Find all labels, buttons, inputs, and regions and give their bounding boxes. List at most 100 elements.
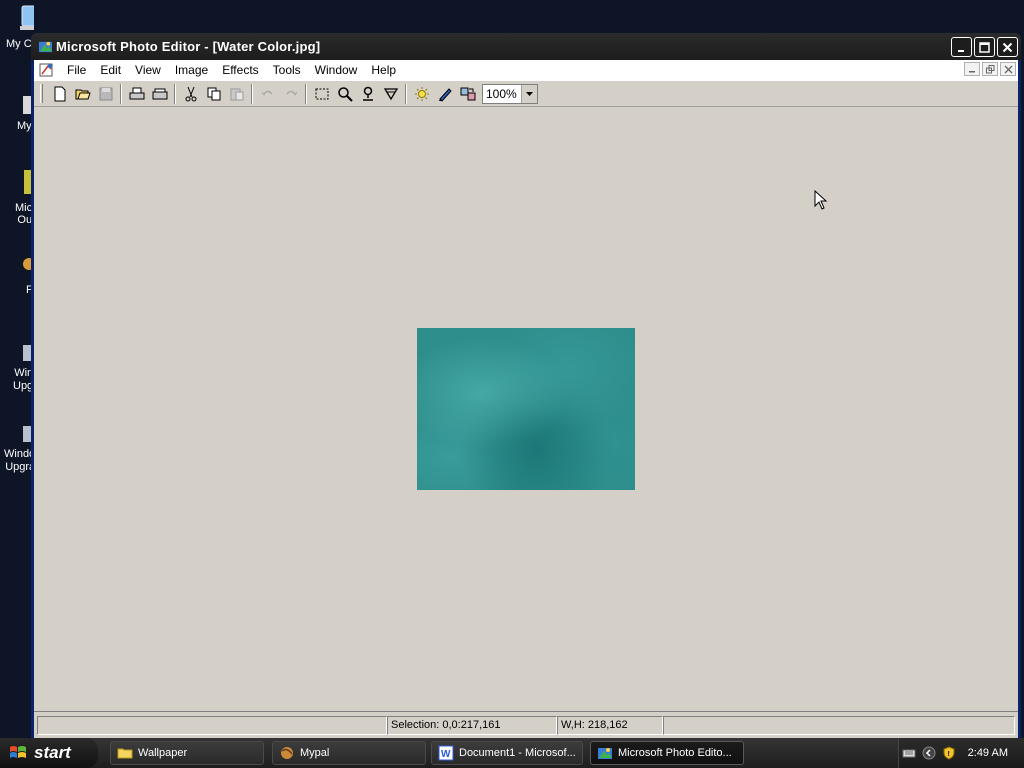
effects-button[interactable]	[456, 83, 479, 105]
desktop-icon-my-computer[interactable]: My C	[0, 4, 48, 50]
minimize-icon	[968, 70, 975, 72]
clock: 2:49 AM	[967, 747, 1008, 759]
taskbar-item-wallpaper[interactable]: Wallpaper	[110, 741, 264, 765]
taskbar-item-label: Document1 - Microsof...	[459, 747, 576, 759]
window-client: File Edit View Image Effects Tools Windo…	[34, 60, 1018, 738]
desktop-icon-windows-upgrade-1[interactable]: Win Upg	[0, 343, 34, 392]
window-title: Microsoft Photo Editor - [Water Color.jp…	[56, 39, 321, 54]
print-button[interactable]	[125, 83, 148, 105]
desktop-icon-windows-upgrade-2[interactable]: Windo Upgra	[0, 424, 35, 473]
menu-window[interactable]: Window	[308, 60, 365, 80]
taskbar-item-label: Mypal	[300, 747, 330, 759]
open-icon	[75, 89, 91, 99]
title-bar[interactable]: Microsoft Photo Editor - [Water Color.jp…	[31, 33, 1021, 60]
status-pane-empty	[37, 715, 387, 735]
toolbar-separator	[120, 83, 122, 104]
photo-editor-icon	[38, 41, 53, 53]
start-label: start	[34, 743, 71, 762]
toolbar-separator	[174, 83, 176, 104]
redo-button[interactable]	[279, 83, 302, 105]
copy-button[interactable]	[202, 83, 225, 105]
document-close-button[interactable]	[1000, 62, 1016, 76]
pen-button[interactable]	[433, 83, 456, 105]
menu-bar: File Edit View Image Effects Tools Windo…	[34, 60, 1018, 80]
cut-button[interactable]	[179, 83, 202, 105]
menu-effects[interactable]: Effects	[215, 60, 265, 80]
balance-button[interactable]	[410, 83, 433, 105]
copy-icon	[207, 87, 220, 100]
status-pane-empty	[663, 715, 1015, 735]
zoom-value: 100%	[486, 86, 517, 101]
new-button[interactable]	[48, 83, 71, 105]
desktop-icon-f[interactable]: F	[0, 254, 35, 296]
zoom-button[interactable]	[333, 83, 356, 105]
close-icon	[1004, 65, 1012, 73]
menu-view[interactable]: View	[128, 60, 168, 80]
start-button[interactable]: start	[0, 738, 98, 768]
status-selection: Selection: 0,0:217,161	[387, 715, 557, 735]
photo-editor-window: Microsoft Photo Editor - [Water Color.jp…	[31, 33, 1021, 738]
document-restore-button[interactable]	[982, 62, 998, 76]
zoom-icon	[337, 86, 353, 102]
zoom-dropdown-button[interactable]	[521, 84, 537, 103]
taskbar-item-document1[interactable]: W Document1 - Microsof...	[431, 741, 583, 765]
browser-icon	[281, 747, 293, 759]
windows-logo-icon	[10, 746, 26, 758]
menu-tools[interactable]: Tools	[266, 60, 308, 80]
taskbar-item-mypal[interactable]: Mypal	[272, 741, 426, 765]
chevron-left-icon[interactable]	[922, 746, 936, 760]
menu-help[interactable]: Help	[364, 60, 403, 80]
menu-file[interactable]: File	[60, 60, 93, 80]
taskbar: start Wallpaper Mypal W Document1 - Micr…	[0, 738, 1024, 768]
desktop-icon-my[interactable]: My	[0, 94, 34, 132]
menu-image[interactable]: Image	[168, 60, 215, 80]
water-color-image[interactable]	[417, 328, 635, 490]
image-workspace[interactable]	[34, 107, 1018, 711]
paste-icon	[230, 88, 243, 100]
scan-icon	[152, 88, 167, 99]
document-icon	[23, 96, 33, 114]
maximize-button[interactable]	[974, 37, 995, 57]
minimize-button[interactable]	[951, 37, 972, 57]
save-button[interactable]	[94, 83, 117, 105]
undo-icon	[261, 90, 273, 96]
zoom-combobox[interactable]: 100%	[482, 83, 538, 104]
outlook-icon	[24, 170, 34, 194]
redo-icon	[285, 90, 297, 96]
document-window-controls	[964, 62, 1016, 76]
word-icon: W	[438, 745, 454, 761]
document-minimize-button[interactable]	[964, 62, 980, 76]
taskbar-item-label: Microsoft Photo Edito...	[618, 747, 732, 759]
shortcut-icon	[23, 258, 35, 270]
undo-button[interactable]	[256, 83, 279, 105]
taskbar-item-photo-editor[interactable]: Microsoft Photo Edito...	[590, 741, 744, 765]
svg-text:W: W	[441, 749, 451, 760]
toolbar-separator	[251, 83, 253, 104]
desktop-icon-outlook[interactable]: Mic Ou	[0, 168, 34, 226]
scan-button[interactable]	[148, 83, 171, 105]
folder-icon	[117, 748, 133, 759]
keyboard-icon[interactable]	[902, 746, 916, 760]
status-dimensions: W,H: 218,162	[557, 715, 663, 735]
new-icon	[54, 86, 65, 101]
select-icon	[315, 88, 328, 99]
photo-editor-icon	[598, 748, 612, 759]
pen-icon	[438, 87, 452, 102]
toolbar-separator	[405, 83, 407, 104]
balance-icon	[414, 86, 429, 101]
toolbar-grip[interactable]	[40, 84, 43, 103]
paste-button[interactable]	[225, 83, 248, 105]
menu-edit[interactable]: Edit	[93, 60, 128, 80]
status-bar: Selection: 0,0:217,161 W,H: 218,162	[34, 711, 1018, 738]
smudge-button[interactable]	[379, 83, 402, 105]
document-system-menu-icon[interactable]	[39, 62, 55, 78]
open-button[interactable]	[71, 83, 94, 105]
toolbar-separator	[305, 83, 307, 104]
select-button[interactable]	[310, 83, 333, 105]
mouse-cursor-icon	[814, 190, 828, 210]
print-icon	[129, 87, 144, 99]
desktop-icon-label: My C	[6, 38, 32, 50]
stamp-button[interactable]	[356, 83, 379, 105]
close-button[interactable]	[997, 37, 1018, 57]
security-shield-icon[interactable]: !	[942, 746, 956, 760]
